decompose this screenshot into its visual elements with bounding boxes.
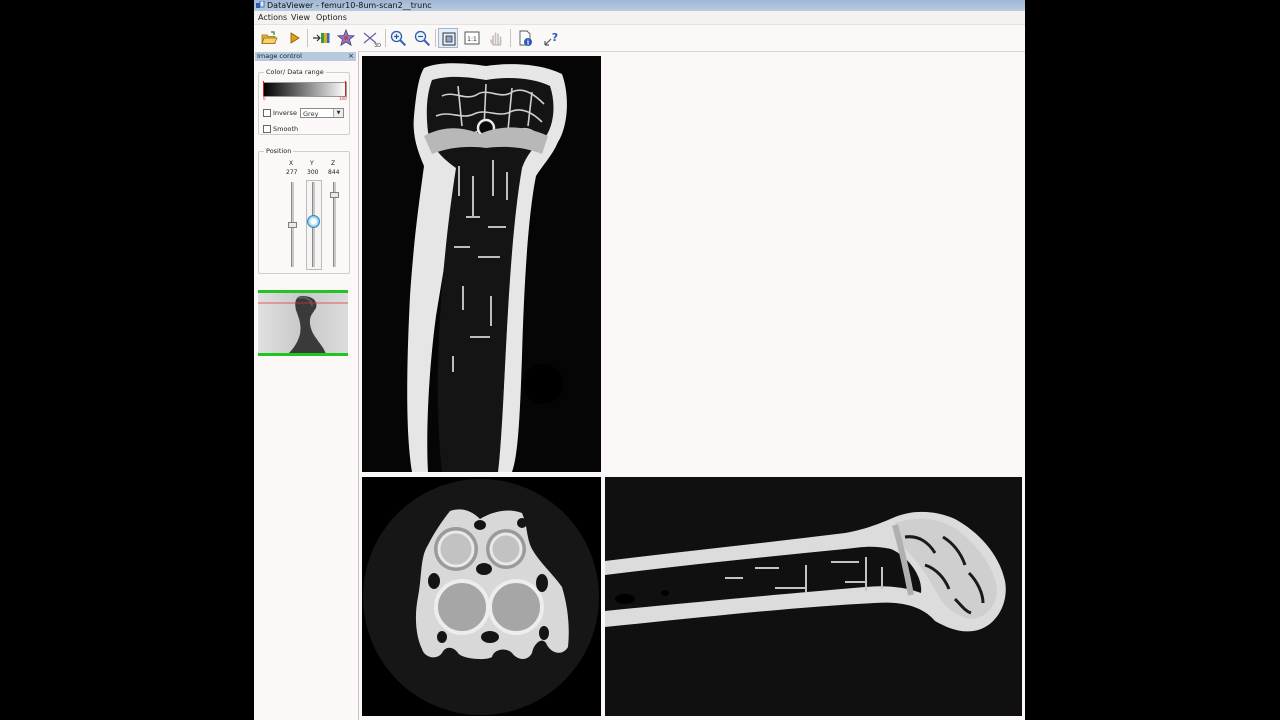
sagittal-view[interactable] — [605, 477, 1022, 716]
inverse-label: Inverse — [273, 109, 297, 117]
x-slider-thumb[interactable] — [288, 221, 297, 228]
z-slider-thumb[interactable] — [330, 191, 339, 198]
color-range-title: Color/ Data range — [264, 68, 326, 76]
x-axis-label: X — [289, 160, 294, 167]
svg-text:3D: 3D — [374, 43, 381, 48]
transfer-icon[interactable] — [311, 28, 331, 48]
y-value: 300 — [307, 169, 319, 176]
colormap-gradient[interactable] — [263, 82, 347, 97]
y-axis-label: Y — [310, 160, 314, 167]
position-title: Position — [264, 147, 294, 155]
scout-image — [258, 290, 348, 356]
transaxial-bone-image — [362, 477, 601, 716]
open-folder-icon[interactable] — [259, 28, 279, 48]
toolbar-separator — [307, 29, 308, 47]
toolbar: 3D 1:1 i ? — [254, 25, 1025, 52]
help-label: ? — [552, 31, 558, 44]
x-value: 277 — [286, 169, 298, 176]
color-range-group: Color/ Data range 0 100 Inverse Grey ▼ S… — [258, 68, 350, 135]
colormap-value: Grey — [303, 110, 319, 118]
info-icon[interactable]: i — [515, 28, 535, 48]
zoom-out-icon[interactable] — [412, 28, 432, 48]
window-title: DataViewer - femur10-8um-scan2__trunc — [267, 1, 432, 10]
fit-window-icon[interactable] — [438, 28, 458, 48]
close-icon[interactable]: × — [348, 52, 354, 61]
toolbar-separator — [510, 29, 511, 47]
sagittal-bone-image — [605, 477, 1022, 716]
menu-actions[interactable]: Actions — [255, 11, 290, 24]
coronal-bone-image — [362, 56, 601, 472]
toolbar-separator — [435, 29, 436, 47]
position-group: Position X Y Z 277 300 844 — [258, 147, 350, 274]
colormap-select[interactable]: Grey ▼ — [300, 108, 344, 118]
z-value: 844 — [328, 169, 340, 176]
chevron-down-icon[interactable]: ▼ — [333, 109, 343, 117]
play-icon[interactable] — [284, 28, 304, 48]
inverse-checkbox[interactable] — [263, 109, 271, 117]
coronal-view[interactable] — [362, 56, 601, 472]
range-min-label: 0 — [263, 96, 266, 101]
smooth-label: Smooth — [273, 125, 299, 133]
image-control-panel: Image control × Color/ Data range 0 100 … — [254, 51, 359, 720]
range-max-label: 100 — [339, 96, 347, 101]
title-bar: DataViewer - femur10-8um-scan2__trunc — [254, 0, 1025, 11]
y-slider-thumb[interactable] — [307, 214, 320, 228]
scout-navigator-thumbnail[interactable] — [258, 290, 348, 356]
panel-header: Image control × — [255, 52, 356, 61]
zoom-in-icon[interactable] — [388, 28, 408, 48]
toolbar-separator — [385, 29, 386, 47]
pan-hand-icon[interactable] — [486, 28, 506, 48]
z-axis-label: Z — [331, 160, 336, 167]
help-icon[interactable]: ? — [542, 28, 562, 48]
menu-options[interactable]: Options — [313, 11, 350, 24]
range-max-marker[interactable] — [345, 81, 346, 96]
app-icon — [256, 1, 265, 8]
actual-size-label: 1:1 — [467, 36, 477, 43]
menu-bar: Actions View Options — [254, 11, 1025, 25]
smooth-checkbox[interactable] — [263, 125, 271, 133]
measure-icon[interactable]: 3D — [361, 28, 381, 48]
transaxial-view[interactable] — [362, 477, 601, 716]
panel-title: Image control — [257, 52, 302, 60]
range-min-marker[interactable] — [263, 81, 264, 96]
dataviewer-window: DataViewer - femur10-8um-scan2__trunc Ac… — [254, 0, 1025, 720]
actual-size-icon[interactable]: 1:1 — [462, 28, 482, 48]
3d-render-icon[interactable] — [336, 28, 356, 48]
menu-view[interactable]: View — [288, 11, 313, 24]
